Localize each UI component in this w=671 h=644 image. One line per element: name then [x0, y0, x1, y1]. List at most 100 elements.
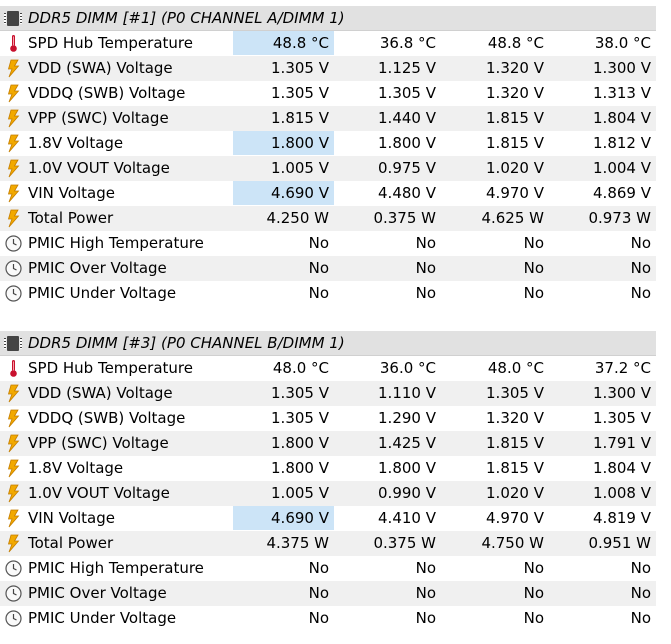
lightning-icon	[4, 484, 23, 503]
sensor-row[interactable]: PMIC High Temperature No No No No	[0, 231, 656, 256]
value-average: 37.2 °C	[594, 359, 651, 377]
sensor-label: PMIC Over Voltage	[28, 584, 167, 602]
memory-chip-icon	[4, 11, 22, 26]
lightning-icon	[4, 509, 23, 528]
value-minimum: 0.990 V	[378, 484, 436, 502]
sensor-row[interactable]: VPP (SWC) Voltage 1.815 V 1.440 V 1.815 V 1.…	[0, 106, 656, 131]
group-header[interactable]: DDR5 DIMM [#3] (P0 CHANNEL B/DIMM 1)	[0, 331, 656, 356]
sensor-row[interactable]: VPP (SWC) Voltage 1.800 V 1.425 V 1.815 V 1.…	[0, 431, 656, 456]
value-maximum: No	[523, 259, 544, 277]
lightning-icon	[4, 409, 23, 428]
clock-icon	[4, 259, 23, 278]
sensor-label: 1.0V VOUT Voltage	[28, 484, 170, 502]
sensor-label: VDDQ (SWB) Voltage	[28, 84, 186, 102]
value-maximum: 1.320 V	[486, 59, 544, 77]
clock-icon	[4, 559, 23, 578]
value-maximum: 4.970 V	[486, 509, 544, 527]
value-average: 0.951 W	[588, 534, 651, 552]
sensor-row[interactable]: Total Power 4.375 W 0.375 W 4.750 W 0.951 W	[0, 531, 656, 556]
value-current: 1.005 V	[271, 159, 329, 177]
sensor-label: SPD Hub Temperature	[28, 34, 193, 52]
lightning-icon	[4, 184, 23, 203]
value-maximum: 1.815 V	[486, 434, 544, 452]
value-minimum: 4.410 V	[378, 509, 436, 527]
sensor-row[interactable]: PMIC Under Voltage No No No No	[0, 281, 656, 306]
value-current: 1.305 V	[271, 409, 329, 427]
value-average: 4.819 V	[593, 509, 651, 527]
sensor-row[interactable]: PMIC Over Voltage No No No No	[0, 256, 656, 281]
lightning-icon	[4, 109, 23, 128]
value-current: 1.305 V	[271, 84, 329, 102]
value-maximum: No	[523, 284, 544, 302]
value-maximum: 1.320 V	[486, 409, 544, 427]
value-minimum: No	[415, 284, 436, 302]
sensor-row[interactable]: VDD (SWA) Voltage 1.305 V 1.125 V 1.320 V 1.…	[0, 56, 656, 81]
sensor-row[interactable]: 1.8V Voltage 1.800 V 1.800 V 1.815 V 1.812 V	[0, 131, 656, 156]
value-maximum: 48.8 °C	[487, 34, 544, 52]
sensor-row[interactable]: SPD Hub Temperature 48.0 °C 36.0 °C 48.0 °C…	[0, 356, 656, 381]
value-current: 1.800 V	[271, 459, 329, 477]
sensor-group-2: DDR5 DIMM [#3] (P0 CHANNEL B/DIMM 1) SPD …	[0, 331, 656, 631]
value-average: No	[630, 234, 651, 252]
lightning-icon	[4, 434, 23, 453]
sensor-row[interactable]: VDD (SWA) Voltage 1.305 V 1.110 V 1.305 V 1.…	[0, 381, 656, 406]
value-average: 1.804 V	[593, 109, 651, 127]
lightning-icon	[4, 534, 23, 553]
value-average: 1.812 V	[593, 134, 651, 152]
sensor-label: 1.8V Voltage	[28, 134, 124, 152]
sensor-row[interactable]: PMIC Over Voltage No No No No	[0, 581, 656, 606]
sensor-label: VIN Voltage	[28, 184, 115, 202]
sensor-label: VDDQ (SWB) Voltage	[28, 409, 186, 427]
lightning-icon	[4, 209, 23, 228]
thermometer-icon	[4, 359, 23, 378]
value-average: 4.869 V	[593, 184, 651, 202]
clock-icon	[4, 284, 23, 303]
sensor-label: VDD (SWA) Voltage	[28, 59, 173, 77]
value-minimum: 0.975 V	[378, 159, 436, 177]
value-current: No	[308, 259, 329, 277]
value-current: 1.305 V	[271, 59, 329, 77]
value-maximum: 1.320 V	[486, 84, 544, 102]
sensor-row[interactable]: Total Power 4.250 W 0.375 W 4.625 W 0.973 W	[0, 206, 656, 231]
value-maximum: 4.625 W	[481, 209, 544, 227]
sensor-row[interactable]: VDDQ (SWB) Voltage 1.305 V 1.305 V 1.320 V 1…	[0, 81, 656, 106]
sensor-row[interactable]: VIN Voltage 4.690 V 4.410 V 4.970 V 4.819 V	[0, 506, 656, 531]
group-header[interactable]: DDR5 DIMM [#1] (P0 CHANNEL A/DIMM 1)	[0, 6, 656, 31]
value-minimum: 1.290 V	[378, 409, 436, 427]
value-current: 1.005 V	[271, 484, 329, 502]
value-maximum: 1.815 V	[486, 134, 544, 152]
sensor-row[interactable]: 1.8V Voltage 1.800 V 1.800 V 1.815 V 1.804 V	[0, 456, 656, 481]
sensor-label: PMIC Over Voltage	[28, 259, 167, 277]
value-current: No	[308, 284, 329, 302]
sensor-label: VDD (SWA) Voltage	[28, 384, 173, 402]
value-current: No	[308, 234, 329, 252]
value-minimum: 1.110 V	[378, 384, 436, 402]
value-average: 1.791 V	[593, 434, 651, 452]
sensor-row[interactable]: PMIC Under Voltage No No No No	[0, 606, 656, 631]
sensor-row[interactable]: 1.0V VOUT Voltage 1.005 V 0.975 V 1.020 V 1.…	[0, 156, 656, 181]
value-minimum: 36.8 °C	[379, 34, 436, 52]
value-maximum: 1.020 V	[486, 159, 544, 177]
value-maximum: 48.0 °C	[487, 359, 544, 377]
value-average: No	[630, 284, 651, 302]
value-average: 1.300 V	[593, 59, 651, 77]
memory-chip-icon	[4, 336, 22, 351]
sensor-row[interactable]: VDDQ (SWB) Voltage 1.305 V 1.290 V 1.320 V 1…	[0, 406, 656, 431]
value-minimum: 4.480 V	[378, 184, 436, 202]
clock-icon	[4, 609, 23, 628]
sensor-row[interactable]: SPD Hub Temperature 48.8 °C 36.8 °C 48.8 °C…	[0, 31, 656, 56]
value-current: 4.690 V	[233, 506, 334, 530]
lightning-icon	[4, 84, 23, 103]
value-minimum: 1.125 V	[378, 59, 436, 77]
sensor-row[interactable]: 1.0V VOUT Voltage 1.005 V 0.990 V 1.020 V 1.…	[0, 481, 656, 506]
sensor-label: Total Power	[28, 209, 114, 227]
sensor-label: VPP (SWC) Voltage	[28, 109, 169, 127]
value-minimum: No	[415, 584, 436, 602]
sensor-row[interactable]: PMIC High Temperature No No No No	[0, 556, 656, 581]
group-title: DDR5 DIMM [#1] (P0 CHANNEL A/DIMM 1)	[28, 9, 345, 27]
value-average: 1.305 V	[593, 409, 651, 427]
value-current: 48.0 °C	[272, 359, 329, 377]
sensor-row[interactable]: VIN Voltage 4.690 V 4.480 V 4.970 V 4.869 V	[0, 181, 656, 206]
value-maximum: No	[523, 559, 544, 577]
value-maximum: 1.815 V	[486, 459, 544, 477]
